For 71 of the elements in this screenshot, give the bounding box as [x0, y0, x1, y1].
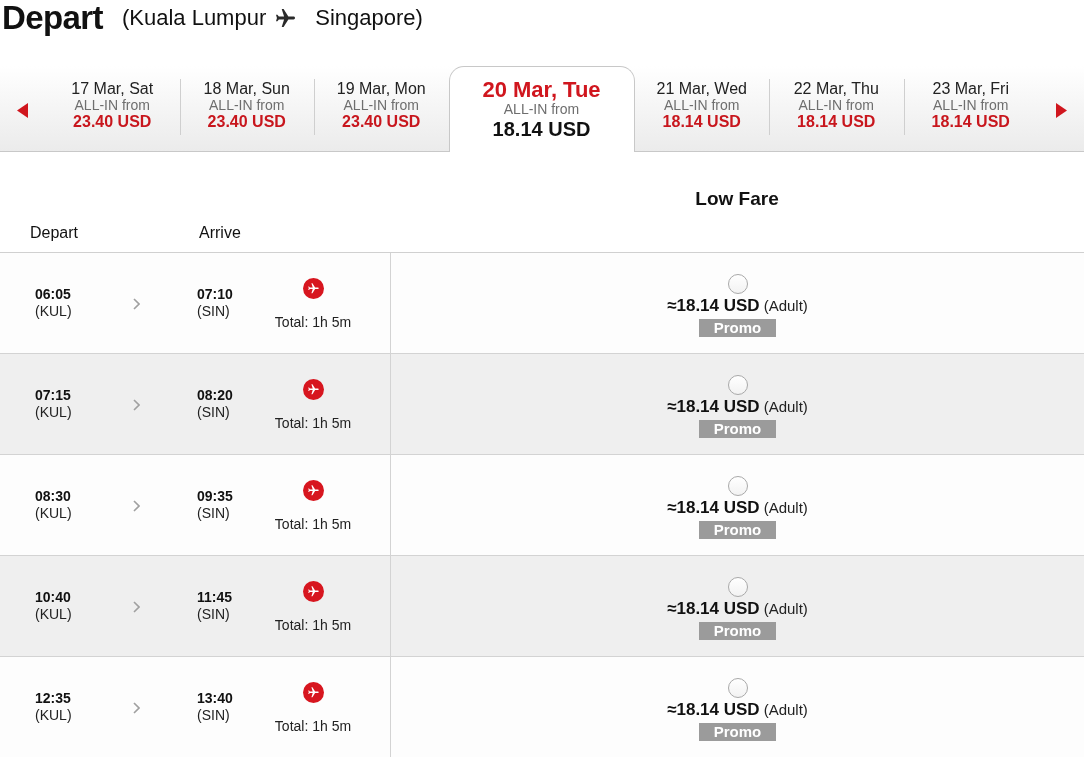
date-tab[interactable]: 22 Mar, Thu ALL-IN from 18.14 USD	[769, 66, 904, 151]
arrive-airport: (SIN)	[197, 505, 230, 522]
date-tab[interactable]: 18 Mar, Sun ALL-IN from 23.40 USD	[179, 66, 314, 151]
fare-price: ≈18.14 USD	[667, 499, 760, 517]
promo-badge: Promo	[698, 622, 777, 640]
page-title: Depart	[2, 0, 103, 36]
date-tab[interactable]: 19 Mar, Mon ALL-IN from 23.40 USD	[314, 66, 449, 151]
passenger-type: (Adult)	[763, 398, 808, 416]
arrive-airport: (SIN)	[197, 606, 230, 623]
arrive-time: 11:45	[197, 589, 233, 606]
fare-radio[interactable]	[727, 375, 748, 395]
fare-price: ≈18.14 USD	[667, 297, 760, 315]
previous-arrow-icon[interactable]	[17, 102, 28, 118]
plane-icon	[276, 8, 296, 28]
passenger-type: (Adult)	[763, 701, 808, 719]
fare-radio[interactable]	[727, 274, 748, 294]
promo-badge: Promo	[698, 319, 777, 337]
fare-radio[interactable]	[727, 577, 748, 597]
passenger-type: (Adult)	[763, 297, 808, 315]
depart-time: 12:35	[35, 690, 71, 707]
promo-badge: Promo	[698, 521, 777, 539]
depart-time: 07:15	[35, 387, 71, 404]
column-header: Arrive	[199, 223, 241, 243]
depart-airport: (KUL)	[35, 505, 72, 522]
plane-circle-icon	[302, 378, 324, 400]
fare-class-heading: Low Fare	[695, 188, 779, 210]
flight-duration: Total: 1h 5m	[274, 313, 352, 330]
flight-duration: Total: 1h 5m	[274, 717, 352, 734]
promo-badge: Promo	[698, 420, 777, 438]
fare-price: ≈18.14 USD	[667, 701, 760, 719]
promo-badge: Promo	[698, 723, 777, 741]
arrive-time: 13:40	[197, 690, 233, 707]
depart-airport: (KUL)	[35, 707, 72, 724]
fare-price: ≈18.14 USD	[667, 600, 760, 618]
flight-duration: Total: 1h 5m	[274, 616, 352, 633]
fare-radio[interactable]	[727, 678, 748, 698]
date-tab[interactable]: 20 Mar, Tue ALL-IN from 18.14 USD	[448, 66, 635, 152]
date-tab[interactable]: 21 Mar, Wed ALL-IN from 18.14 USD	[634, 66, 769, 151]
chevron-icon	[133, 701, 140, 714]
depart-airport: (KUL)	[35, 606, 72, 623]
date-tab[interactable]: 23 Mar, Fri ALL-IN from 18.14 USD	[903, 66, 1038, 151]
flight-duration: Total: 1h 5m	[274, 414, 352, 431]
arrive-time: 08:20	[197, 387, 233, 404]
arrive-time: 09:35	[197, 488, 233, 505]
next-arrow-icon[interactable]	[1055, 102, 1067, 118]
arrive-airport: (SIN)	[197, 404, 230, 421]
depart-time: 06:05	[35, 286, 71, 303]
plane-circle-icon	[302, 277, 324, 299]
depart-airport: (KUL)	[35, 404, 72, 421]
plane-circle-icon	[302, 681, 324, 703]
depart-airport: (KUL)	[35, 303, 72, 320]
route-origin: (Kuala Lumpur	[121, 4, 267, 32]
route-destination: Singapore)	[315, 4, 423, 32]
depart-time: 08:30	[35, 488, 71, 505]
chevron-icon	[133, 398, 140, 411]
depart-time: 10:40	[35, 589, 71, 606]
passenger-type: (Adult)	[763, 499, 808, 517]
chevron-icon	[133, 297, 140, 310]
chevron-icon	[133, 600, 140, 613]
date-tab[interactable]: 17 Mar, Sat ALL-IN from 23.40 USD	[45, 66, 180, 151]
arrive-time: 07:10	[197, 286, 233, 303]
fare-radio[interactable]	[727, 476, 748, 496]
fare-price: ≈18.14 USD	[667, 398, 760, 416]
column-header: Depart	[30, 223, 79, 243]
plane-circle-icon	[302, 580, 324, 602]
flight-duration: Total: 1h 5m	[274, 515, 352, 532]
arrive-airport: (SIN)	[197, 707, 230, 724]
plane-circle-icon	[302, 479, 324, 501]
passenger-type: (Adult)	[763, 600, 808, 618]
arrive-airport: (SIN)	[197, 303, 230, 320]
chevron-icon	[133, 499, 140, 512]
